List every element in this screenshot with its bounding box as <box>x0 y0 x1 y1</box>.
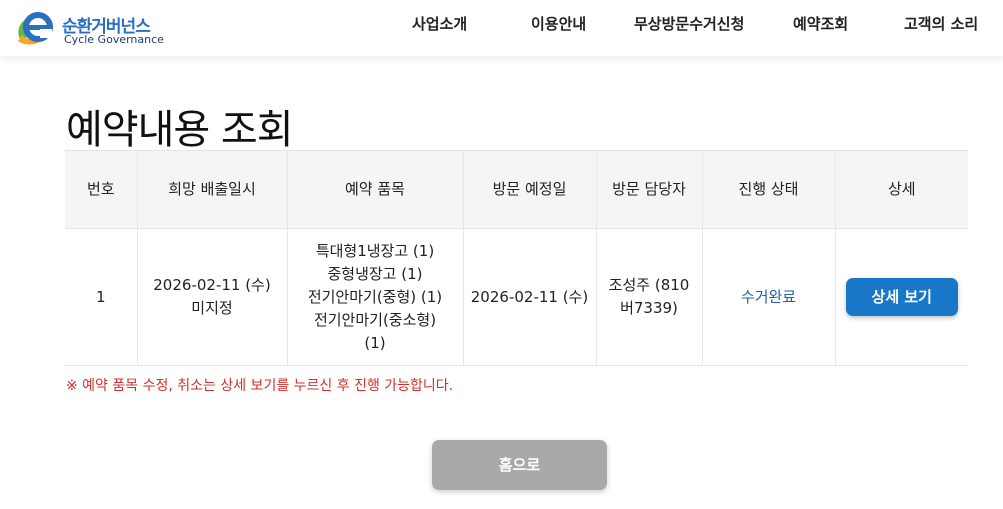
cell-staff: 조성주 (810버7339) <box>595 228 702 366</box>
table-header-row: 번호 희망 배출일시 예약 품목 방문 예정일 방문 담당자 진행 상태 상세 <box>65 150 968 229</box>
home-button[interactable]: 홈으로 <box>432 440 607 490</box>
nav-item-reservation-lookup[interactable]: 예약조회 <box>793 0 848 56</box>
cell-visit-date: 2026-02-11 (수) <box>462 228 596 366</box>
e-leaf-logo-icon <box>18 12 53 45</box>
col-header-staff: 방문 담당자 <box>595 150 702 229</box>
item-line: 전기안마기(중형) (1) <box>307 287 443 306</box>
nav-item-guide[interactable]: 이용안내 <box>531 0 586 56</box>
table-row: 1 2026-02-11 (수) 미지정 특대형1냉장고 (1) 중형냉장고 (… <box>65 228 968 366</box>
cell-detail: 상세 보기 <box>834 228 968 366</box>
cell-items: 특대형1냉장고 (1) 중형냉장고 (1) 전기안마기(중형) (1) 전기안마… <box>286 228 463 366</box>
col-header-status: 진행 상태 <box>701 150 835 229</box>
nav-item-customer-voice[interactable]: 고객의 소리 <box>904 0 978 56</box>
item-line: 전기안마기(중소형) <box>313 310 437 329</box>
item-line: 특대형1냉장고 (1) <box>315 241 435 260</box>
desired-date-text: 2026-02-11 (수) <box>153 276 271 294</box>
item-line: 중형냉장고 (1) <box>327 264 423 283</box>
col-header-detail: 상세 <box>834 150 968 229</box>
col-header-number: 번호 <box>65 150 137 229</box>
col-header-visit-date: 방문 예정일 <box>462 150 596 229</box>
nav-item-free-pickup[interactable]: 무상방문수거신청 <box>634 0 744 56</box>
cell-number: 1 <box>65 228 137 366</box>
brand-logo[interactable]: 순환거버넌스 Cycle Governance <box>14 9 174 49</box>
site-header: 순환거버넌스 Cycle Governance 사업소개 이용안내 무상방문수거… <box>0 0 1003 56</box>
brand-name-en: Cycle Governance <box>64 33 164 46</box>
detail-view-button[interactable]: 상세 보기 <box>845 278 958 316</box>
desired-time-text: 미지정 <box>191 299 233 317</box>
cell-status: 수거완료 <box>701 228 835 366</box>
notice-text: ※ 예약 품목 수정, 취소는 상세 보기를 누르신 후 진행 가능합니다. <box>66 378 454 394</box>
item-line: (1) <box>364 333 386 352</box>
page-title: 예약내용 조회 <box>66 106 294 153</box>
col-header-items: 예약 품목 <box>286 150 463 229</box>
cell-desired-date: 2026-02-11 (수) 미지정 <box>136 228 287 366</box>
nav-item-about[interactable]: 사업소개 <box>412 0 467 56</box>
reservation-table: 번호 희망 배출일시 예약 품목 방문 예정일 방문 담당자 진행 상태 상세 … <box>65 150 968 366</box>
col-header-desired-date: 희망 배출일시 <box>136 150 287 229</box>
